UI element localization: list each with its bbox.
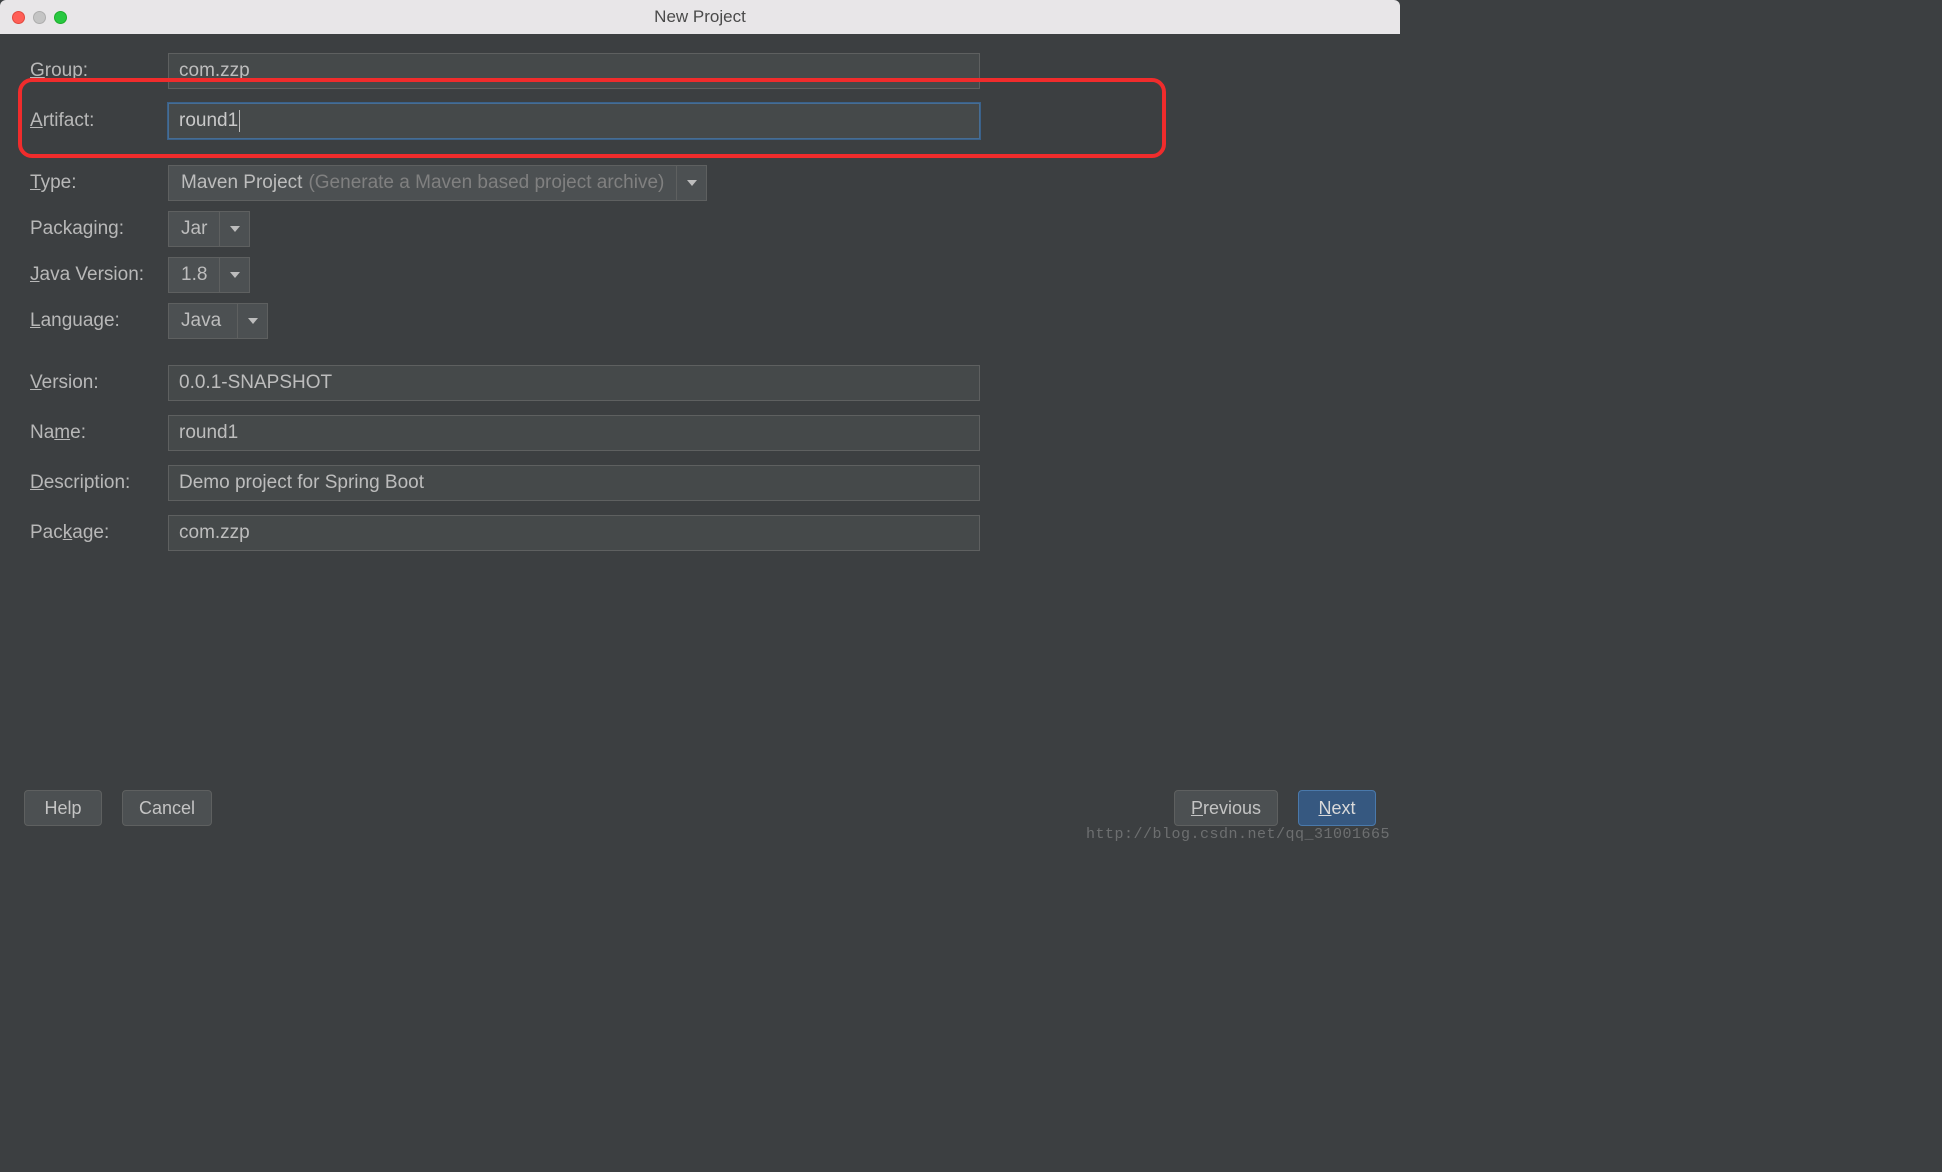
window-title: New Project bbox=[0, 7, 1400, 27]
row-packaging: Packaging: Jar bbox=[24, 206, 1376, 252]
artifact-input[interactable]: round1 bbox=[168, 103, 980, 139]
previous-button[interactable]: Previous bbox=[1174, 790, 1278, 826]
window-controls bbox=[0, 11, 67, 24]
close-icon[interactable] bbox=[12, 11, 25, 24]
group-input[interactable]: com.zzp bbox=[168, 53, 980, 89]
label-type: Type: bbox=[24, 172, 168, 194]
row-version: Version: 0.0.1-SNAPSHOT bbox=[24, 360, 1376, 406]
maximize-icon[interactable] bbox=[54, 11, 67, 24]
button-bar: Help Cancel Previous Next http://blog.cs… bbox=[0, 785, 1400, 845]
row-description: Description: Demo project for Spring Boo… bbox=[24, 460, 1376, 506]
chevron-down-icon bbox=[677, 165, 707, 201]
label-description: Description: bbox=[24, 472, 168, 494]
java-version-select[interactable]: 1.8 bbox=[168, 257, 250, 293]
cancel-button[interactable]: Cancel bbox=[122, 790, 212, 826]
chevron-down-icon bbox=[238, 303, 268, 339]
new-project-dialog: New Project Group: com.zzp Artifact: rou… bbox=[0, 0, 1400, 845]
row-name: Name: round1 bbox=[24, 410, 1376, 456]
label-version: Version: bbox=[24, 372, 168, 394]
label-java-version: Java Version: bbox=[24, 264, 168, 286]
next-button[interactable]: Next bbox=[1298, 790, 1376, 826]
name-input[interactable]: round1 bbox=[168, 415, 980, 451]
text-caret bbox=[239, 110, 240, 132]
label-artifact: Artifact: bbox=[24, 110, 168, 132]
row-group: Group: com.zzp bbox=[24, 48, 1376, 94]
dialog-content: Group: com.zzp Artifact: round1 Type: Ma… bbox=[0, 34, 1400, 785]
description-input[interactable]: Demo project for Spring Boot bbox=[168, 465, 980, 501]
row-language: Language: Java bbox=[24, 298, 1376, 344]
label-package: Package: bbox=[24, 522, 168, 544]
row-artifact: Artifact: round1 bbox=[24, 98, 1376, 144]
packaging-select[interactable]: Jar bbox=[168, 211, 250, 247]
label-group: Group: bbox=[24, 60, 168, 82]
form: Group: com.zzp Artifact: round1 Type: Ma… bbox=[24, 48, 1376, 556]
type-select[interactable]: Maven Project(Generate a Maven based pro… bbox=[168, 165, 707, 201]
chevron-down-icon bbox=[220, 257, 250, 293]
watermark: http://blog.csdn.net/qq_31001665 bbox=[1086, 826, 1390, 843]
label-name: Name: bbox=[24, 422, 168, 444]
row-package: Package: com.zzp bbox=[24, 510, 1376, 556]
row-java-version: Java Version: 1.8 bbox=[24, 252, 1376, 298]
version-input[interactable]: 0.0.1-SNAPSHOT bbox=[168, 365, 980, 401]
label-packaging: Packaging: bbox=[24, 218, 168, 240]
package-input[interactable]: com.zzp bbox=[168, 515, 980, 551]
label-language: Language: bbox=[24, 310, 168, 332]
language-select[interactable]: Java bbox=[168, 303, 268, 339]
chevron-down-icon bbox=[220, 211, 250, 247]
help-button[interactable]: Help bbox=[24, 790, 102, 826]
titlebar: New Project bbox=[0, 0, 1400, 34]
row-type: Type: Maven Project(Generate a Maven bas… bbox=[24, 160, 1376, 206]
minimize-icon[interactable] bbox=[33, 11, 46, 24]
